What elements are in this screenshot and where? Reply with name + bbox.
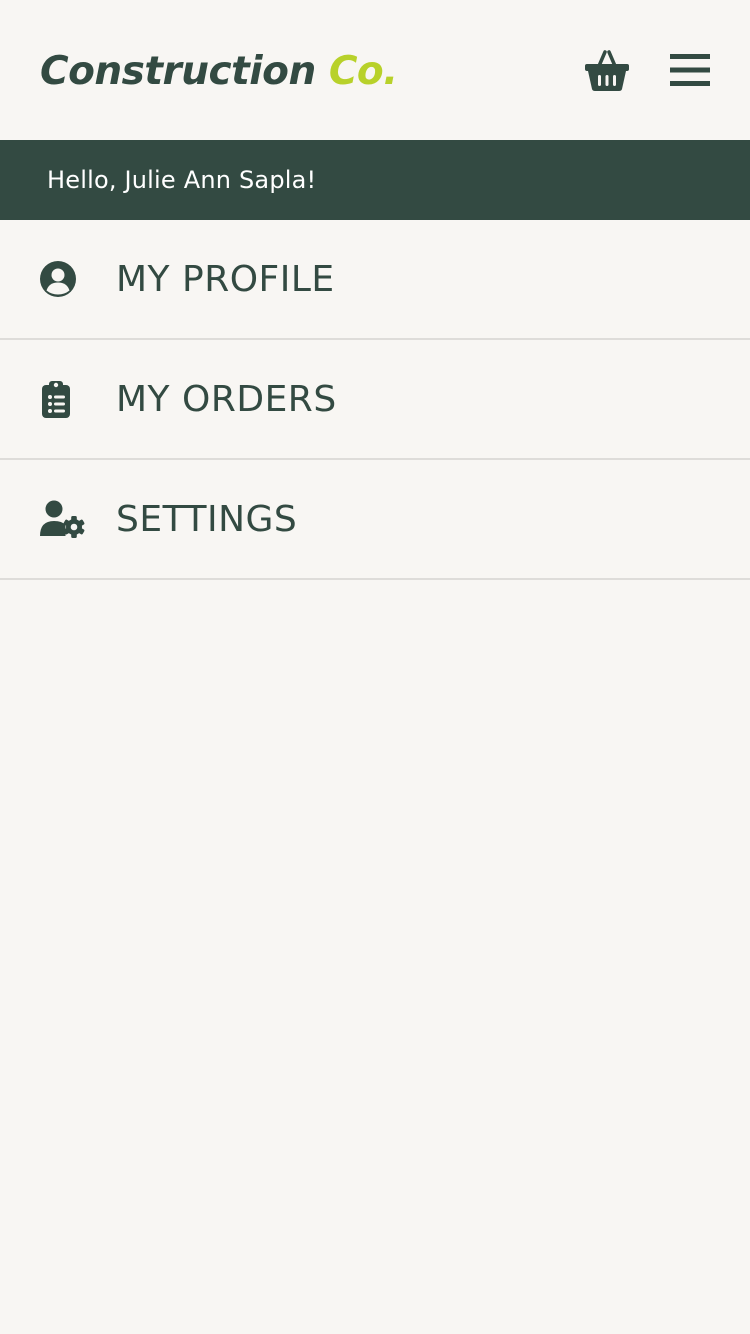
- user-settings-icon: [0, 500, 116, 538]
- menu-item-label: SETTINGS: [116, 498, 298, 540]
- clipboard-list-icon: [0, 380, 116, 418]
- menu-item-settings[interactable]: SETTINGS: [0, 460, 750, 580]
- user-circle-icon: [0, 261, 116, 297]
- logo-main-text: Construction: [40, 48, 316, 94]
- menu-item-my-profile[interactable]: MY PROFILE: [0, 220, 750, 340]
- hamburger-menu-icon[interactable]: [670, 53, 710, 87]
- menu-item-label: MY PROFILE: [116, 258, 335, 300]
- app-screen: Construction Co. Hello, Julie Ann Sapla!…: [0, 0, 750, 1334]
- top-header: Construction Co.: [0, 0, 750, 140]
- logo-accent-text: Co.: [328, 48, 398, 94]
- greeting-bar: Hello, Julie Ann Sapla!: [0, 140, 750, 220]
- menu-item-my-orders[interactable]: MY ORDERS: [0, 340, 750, 460]
- greeting-text: Hello, Julie Ann Sapla!: [47, 166, 317, 194]
- brand-logo[interactable]: Construction Co.: [40, 49, 398, 94]
- account-menu: MY PROFILE MY ORDERS SETTINGS: [0, 220, 750, 580]
- basket-icon[interactable]: [584, 49, 630, 91]
- menu-item-label: MY ORDERS: [116, 378, 337, 420]
